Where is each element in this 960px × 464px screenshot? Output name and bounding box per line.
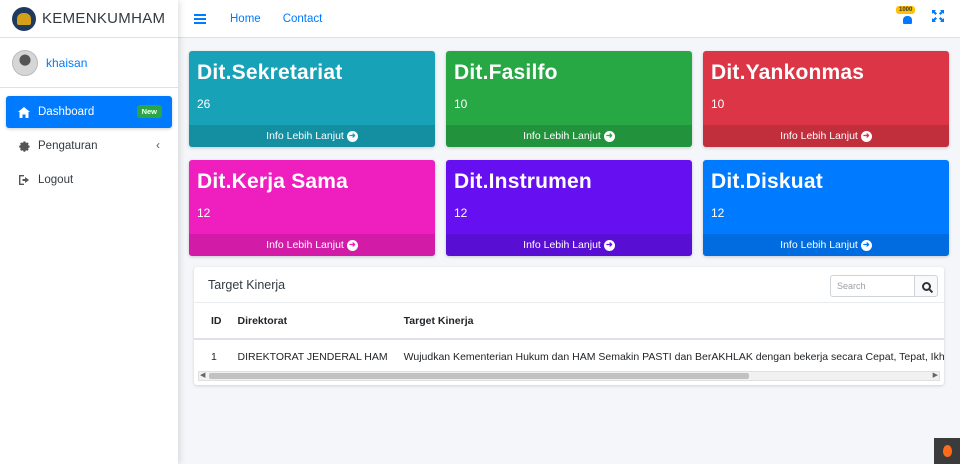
info-box-instrumen: Dit.Instrumen 12 Info Lebih Lanjut ➜ [446,160,692,256]
search-group [830,275,938,297]
info-box-title: Dit.Kerja Sama [197,170,349,193]
info-box-kerja-sama: Dit.Kerja Sama 12 Info Lebih Lanjut ➜ [189,160,435,256]
logout-icon [16,174,32,186]
sidebar-item-label: Dashboard [38,106,95,118]
sidebar-item-pengaturan[interactable]: Pengaturan ‹ [6,130,172,162]
corner-widget[interactable] [934,438,960,464]
notification-bell-icon[interactable]: 1000 [896,5,916,25]
info-box-more-link[interactable]: Info Lebih Lanjut ➜ [189,125,435,147]
info-box-more-link[interactable]: Info Lebih Lanjut ➜ [446,234,692,256]
avatar[interactable] [12,49,38,76]
info-box-footer-label: Info Lebih Lanjut [523,239,601,251]
brand[interactable]: KEMENKUMHAM [0,0,178,38]
arrow-circle-right-icon: ➜ [860,130,872,142]
nav-link-home[interactable]: Home [230,13,261,25]
scroll-left-arrow-icon[interactable]: ◀ [200,372,205,380]
sidebar-item-dashboard[interactable]: Dashboard New [6,96,172,128]
fullscreen-icon[interactable] [932,10,944,25]
scroll-right-arrow-icon[interactable]: ▶ [933,372,938,380]
info-box-more-link[interactable]: Info Lebih Lanjut ➜ [446,125,692,147]
info-box-more-link[interactable]: Info Lebih Lanjut ➜ [189,234,435,256]
info-box-more-link[interactable]: Info Lebih Lanjut ➜ [703,125,949,147]
info-box-footer-label: Info Lebih Lanjut [780,239,858,251]
arrow-circle-right-icon: ➜ [603,130,615,142]
column-header-direktorat[interactable]: Direktorat [229,303,396,340]
target-kinerja-table: ID Direktorat Target Kinerja 1 DIREKTORA… [194,303,944,373]
flame-icon [942,445,952,457]
info-box-footer-label: Info Lebih Lanjut [266,130,344,142]
info-box-count: 26 [197,97,211,111]
column-header-target-kinerja[interactable]: Target Kinerja [395,303,944,340]
arrow-circle-right-icon: ➜ [860,239,872,251]
info-box-count: 12 [711,206,725,220]
top-navbar: Home Contact 1000 [178,0,960,38]
info-box-count: 10 [711,97,725,111]
info-box-diskuat: Dit.Diskuat 12 Info Lebih Lanjut ➜ [703,160,949,256]
info-box-count: 10 [454,97,468,111]
info-box-yankonmas: Dit.Yankonmas 10 Info Lebih Lanjut ➜ [703,51,949,147]
info-box-fasilfo: Dit.Fasilfo 10 Info Lebih Lanjut ➜ [446,51,692,147]
info-box-more-link[interactable]: Info Lebih Lanjut ➜ [703,234,949,256]
info-box-sekretariat: Dit.Sekretariat 26 Info Lebih Lanjut ➜ [189,51,435,147]
chevron-left-icon: ‹ [156,138,160,152]
info-box-title: Dit.Fasilfo [454,61,558,84]
sidebar-item-label: Pengaturan [38,140,98,152]
table-scroll-area[interactable]: ID Direktorat Target Kinerja 1 DIREKTORA… [194,303,944,373]
info-box-footer-label: Info Lebih Lanjut [266,239,344,251]
arrow-circle-right-icon: ➜ [346,130,358,142]
search-icon [921,281,931,291]
scrollbar-thumb[interactable] [209,373,749,379]
hamburger-menu-icon[interactable] [194,11,208,27]
target-kinerja-card: Target Kinerja ID Direktorat Target Kine… [194,267,944,385]
info-box-count: 12 [197,206,211,220]
cell-id: 1 [211,350,217,363]
search-input[interactable] [830,275,914,297]
sidebar: KEMENKUMHAM khaisan Dashboard New Pengat… [0,0,178,464]
home-icon [16,106,32,118]
search-button[interactable] [914,275,938,297]
nav-link-contact[interactable]: Contact [283,13,323,25]
table-header-row: ID Direktorat Target Kinerja [194,303,944,340]
sidebar-item-logout[interactable]: Logout [6,164,172,196]
notification-count-badge: 1000 [896,5,916,14]
table-row[interactable]: 1 DIREKTORAT JENDERAL HAM Wujudkan Kemen… [194,339,944,373]
info-box-title: Dit.Yankonmas [711,61,865,84]
user-name-link[interactable]: khaisan [46,56,87,70]
kemenkumham-logo-icon [12,6,36,31]
info-box-footer-label: Info Lebih Lanjut [780,130,858,142]
arrow-circle-right-icon: ➜ [346,239,358,251]
cell-target-kinerja: Wujudkan Kementerian Hukum dan HAM Semak… [403,350,944,363]
navbar-right: 1000 [896,5,944,25]
sidebar-item-label: Logout [38,174,74,186]
new-badge: New [136,105,162,118]
card-title: Target Kinerja [208,277,286,292]
info-box-count: 12 [454,206,468,220]
info-box-title: Dit.Instrumen [454,170,592,193]
brand-name: KEMENKUMHAM [42,10,166,27]
info-box-title: Dit.Sekretariat [197,61,343,84]
card-header: Target Kinerja [194,267,944,303]
column-header-id[interactable]: ID [194,303,230,340]
gear-icon [16,140,32,153]
sidebar-nav: Dashboard New Pengaturan ‹ Logout [0,88,178,206]
arrow-circle-right-icon: ➜ [603,239,615,251]
cell-direktorat: DIREKTORAT JENDERAL HAM [237,350,388,363]
horizontal-scrollbar[interactable]: ◀ ▶ [198,371,940,381]
info-box-footer-label: Info Lebih Lanjut [523,130,601,142]
info-box-title: Dit.Diskuat [711,170,823,193]
user-panel: khaisan [0,38,178,88]
